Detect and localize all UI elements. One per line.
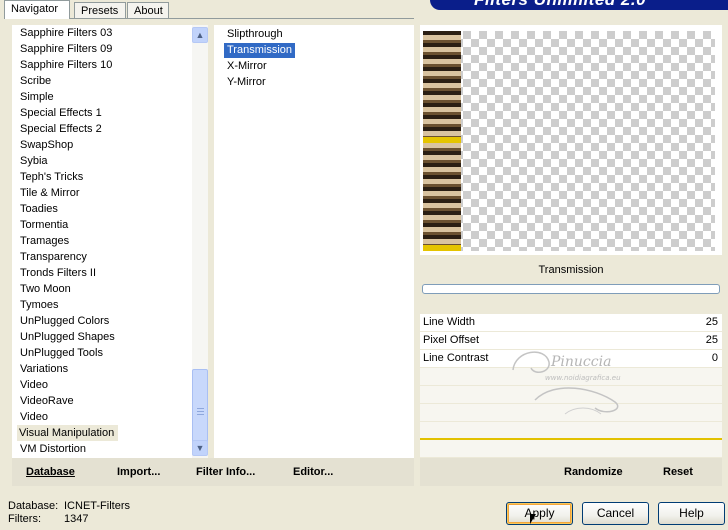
filter-info-button[interactable]: Filter Info... bbox=[196, 464, 255, 480]
category-item[interactable]: Tile & Mirror bbox=[19, 185, 80, 201]
scroll-down-button[interactable]: ▼ bbox=[192, 440, 208, 456]
import-button[interactable]: Import... bbox=[117, 464, 160, 480]
param-empty-row bbox=[420, 440, 722, 458]
category-item[interactable]: Special Effects 2 bbox=[19, 121, 103, 137]
category-item[interactable]: Toadies bbox=[19, 201, 59, 217]
category-item[interactable]: SwapShop bbox=[19, 137, 74, 153]
preview-yellow-band bbox=[423, 137, 461, 143]
preview-panel bbox=[420, 25, 722, 255]
param-label: Pixel Offset bbox=[423, 334, 480, 346]
watermark-logo: Pinuccia www.noidiagrafica.eu bbox=[505, 340, 645, 420]
category-item[interactable]: UnPlugged Shapes bbox=[19, 329, 116, 345]
watermark-name: Pinuccia bbox=[550, 354, 611, 370]
tab-navigator[interactable]: Navigator bbox=[4, 0, 70, 19]
status-database-label: Database: bbox=[8, 500, 59, 512]
editor-button[interactable]: Editor... bbox=[293, 464, 333, 480]
filter-list[interactable]: Slipthrough Transmission X-Mirror Y-Mirror bbox=[214, 25, 414, 458]
category-item[interactable]: Tramages bbox=[19, 233, 70, 249]
category-item[interactable]: Visual Manipulation bbox=[17, 425, 118, 441]
category-item[interactable]: UnPlugged Colors bbox=[19, 313, 110, 329]
category-item[interactable]: VideoRave bbox=[19, 393, 75, 409]
right-button-bar: Randomize Reset bbox=[420, 458, 722, 486]
database-button[interactable]: Database bbox=[26, 464, 75, 480]
param-value: 0 bbox=[711, 352, 718, 364]
scroll-up-button[interactable]: ▲ bbox=[192, 27, 208, 43]
watermark-url: www.noidiagrafica.eu bbox=[545, 374, 621, 382]
category-item[interactable]: Special Effects 1 bbox=[19, 105, 103, 121]
product-banner: Filters Unlimited 2.0 bbox=[430, 0, 728, 10]
reset-button[interactable]: Reset bbox=[663, 464, 693, 480]
filter-item[interactable]: Slipthrough bbox=[224, 27, 286, 42]
param-label: Line Width bbox=[423, 316, 475, 328]
category-list[interactable]: Sapphire Filters 03 Sapphire Filters 09 Sa… bbox=[12, 25, 208, 458]
preview-filter-name: Transmission bbox=[538, 264, 604, 276]
category-item[interactable]: Variations bbox=[19, 361, 69, 377]
category-item[interactable]: Scribe bbox=[19, 73, 52, 89]
param-label: Line Contrast bbox=[423, 352, 489, 364]
status-filters-value: 1347 bbox=[64, 513, 89, 525]
category-item[interactable]: Video bbox=[19, 409, 49, 425]
filter-item[interactable]: X-Mirror bbox=[224, 59, 270, 74]
category-item[interactable]: Sapphire Filters 10 bbox=[19, 57, 113, 73]
filter-item[interactable]: Transmission bbox=[224, 43, 295, 58]
progress-bar bbox=[422, 284, 720, 294]
watermark-swirl-icon: Pinuccia www.noidiagrafica.eu bbox=[512, 351, 621, 415]
param-value: 25 bbox=[705, 334, 718, 346]
category-item[interactable]: Tronds Filters II bbox=[19, 265, 97, 281]
category-item[interactable]: Sapphire Filters 03 bbox=[19, 25, 113, 41]
category-item[interactable]: Simple bbox=[19, 89, 55, 105]
category-item[interactable]: VM Distortion bbox=[19, 441, 87, 457]
help-button[interactable]: Help bbox=[658, 502, 725, 525]
tab-presets[interactable]: Presets bbox=[74, 2, 126, 18]
category-item[interactable]: Sybia bbox=[19, 153, 49, 169]
param-empty-row bbox=[420, 422, 722, 440]
apply-button[interactable]: Apply bbox=[506, 502, 573, 525]
category-item[interactable]: Tormentia bbox=[19, 217, 69, 233]
left-button-bar: Database Import... Filter Info... Editor… bbox=[12, 458, 414, 486]
randomize-button[interactable]: Randomize bbox=[564, 464, 623, 480]
filter-item[interactable]: Y-Mirror bbox=[224, 75, 269, 90]
category-item[interactable]: UnPlugged Tools bbox=[19, 345, 104, 361]
cancel-button[interactable]: Cancel bbox=[582, 502, 649, 525]
category-item[interactable]: Two Moon bbox=[19, 281, 72, 297]
banner-title: Filters Unlimited 2.0 bbox=[474, 0, 646, 10]
category-item[interactable]: Teph's Tricks bbox=[19, 169, 84, 185]
status-database-value: ICNET-Filters bbox=[64, 500, 130, 512]
status-filters-label: Filters: bbox=[8, 513, 41, 525]
preview-yellow-band bbox=[423, 245, 461, 251]
category-item[interactable]: Video bbox=[19, 377, 49, 393]
mouse-cursor-icon bbox=[530, 514, 536, 524]
category-scrollbar[interactable]: ▲ ▼ bbox=[192, 25, 208, 458]
param-line-width[interactable]: Line Width 25 bbox=[420, 314, 722, 332]
status-info: Database: ICNET-Filters Filters: 1347 bbox=[8, 500, 130, 526]
category-item[interactable]: Sapphire Filters 09 bbox=[19, 41, 113, 57]
preview-image[interactable] bbox=[423, 31, 715, 251]
tab-about[interactable]: About bbox=[127, 2, 169, 18]
category-item[interactable]: Tymoes bbox=[19, 297, 60, 313]
param-value: 25 bbox=[705, 316, 718, 328]
category-item[interactable]: Transparency bbox=[19, 249, 88, 265]
